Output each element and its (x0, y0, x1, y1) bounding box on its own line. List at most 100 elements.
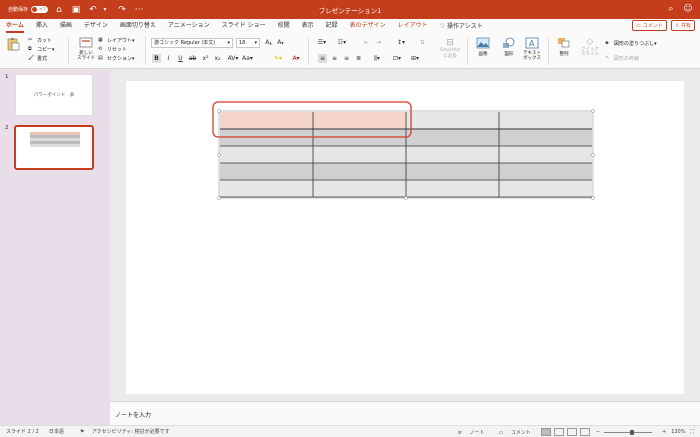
scissors-icon: ✂ (28, 37, 33, 43)
tab-animations[interactable]: アニメーション (168, 19, 210, 33)
cut-button[interactable]: ✂ カット (28, 36, 55, 45)
autosave-switch[interactable]: オフ (31, 6, 49, 13)
language-indicator[interactable]: 日本語 (49, 428, 64, 435)
superscript-button[interactable]: x² (201, 54, 210, 63)
zoom-slider[interactable] (603, 429, 652, 435)
align-right-icon[interactable]: ≡ (342, 54, 351, 63)
slide-thumbnail-1[interactable]: パワーポイント 表 (15, 74, 93, 116)
copy-button[interactable]: ⧉ コピー ▾ (28, 45, 55, 54)
tab-table-design[interactable]: 表のデザイン (350, 19, 386, 33)
tab-home[interactable]: ホーム (6, 19, 24, 33)
comment-button[interactable]: ▭ コメント (632, 20, 667, 31)
columns-icon[interactable]: ⫼▾ (370, 54, 384, 63)
resize-handle[interactable] (217, 109, 221, 113)
resize-handle[interactable] (591, 196, 595, 200)
shape-button[interactable]: 図形 (498, 37, 520, 57)
shape-outline-button[interactable]: ✎ 図形の枠線 (605, 54, 657, 63)
text-direction-icon[interactable]: ⇅ (418, 38, 427, 47)
numbering-icon[interactable]: ☷▾ (336, 38, 348, 47)
tab-design[interactable]: デザイン (84, 19, 108, 33)
zoom-level[interactable]: 120% (671, 429, 685, 435)
italic-button[interactable]: I (164, 54, 173, 63)
slideshow-button[interactable] (579, 428, 590, 436)
decrease-indent-icon[interactable]: ⇤ (362, 38, 371, 47)
change-case-button[interactable]: Aa▾ (242, 54, 253, 63)
resize-handle[interactable] (217, 153, 221, 157)
smartart-button[interactable]: ⊟ SmartArt に変換 (436, 38, 464, 59)
zoom-out-button[interactable]: − (596, 429, 600, 435)
slide-thumbnail-2[interactable] (14, 125, 94, 170)
align-center-icon[interactable]: ≡ (330, 54, 339, 63)
redo-icon[interactable]: ↷ (116, 4, 128, 16)
home-icon[interactable]: ⌂ (53, 4, 65, 16)
zoom-slider-thumb[interactable] (629, 429, 634, 435)
undo-dropdown-icon[interactable]: ▾ (99, 4, 111, 16)
align-text-icon[interactable]: ⊡▾ (390, 54, 404, 63)
textbox-button[interactable]: A テキスト ボックス (521, 37, 543, 61)
search-icon[interactable]: ⌕ (665, 3, 677, 15)
layout-button[interactable]: ▦ レイアウト ▾ (98, 36, 135, 45)
slide-number: 1 (5, 74, 9, 80)
more-icon[interactable]: ··· (133, 4, 145, 16)
tab-layout[interactable]: レイアウト (398, 19, 428, 33)
line-spacing-icon[interactable]: ↕▾ (394, 38, 408, 47)
increase-font-icon[interactable]: A ▲ (264, 38, 273, 47)
font-color-icon[interactable]: A▾ (290, 54, 302, 63)
shape-fill-button[interactable]: ◈ 図形の塗りつぶし ▾ (605, 39, 657, 48)
picture-button[interactable]: 画像 (472, 37, 494, 57)
comments-toggle[interactable]: ▭ コメント (492, 429, 530, 436)
tab-insert[interactable]: 挿入 (36, 19, 48, 33)
resize-handle[interactable] (404, 196, 408, 200)
autosave-toggle[interactable]: 自動保存 オフ (8, 6, 49, 13)
tab-slideshow[interactable]: スライド ショー (222, 19, 266, 33)
resize-handle[interactable] (591, 109, 595, 113)
decrease-font-icon[interactable]: A ▼ (276, 38, 285, 47)
accessibility-indicator[interactable]: ⚑ アクセシビリティ: 検討が必要です (74, 428, 170, 435)
resize-handle[interactable] (591, 153, 595, 157)
tab-view[interactable]: 表示 (302, 19, 314, 33)
font-size-select[interactable]: 18 ▾ (236, 38, 260, 48)
paste-button[interactable] (6, 37, 20, 53)
share-person-icon[interactable]: ☺ (682, 3, 694, 15)
tab-tell-me[interactable]: ♡ 操作アシスト (440, 19, 483, 33)
normal-view-button[interactable] (540, 428, 551, 436)
divider (467, 37, 468, 65)
bold-button[interactable]: B (152, 54, 161, 63)
section-icon: ▤ (98, 55, 103, 61)
notes-toggle[interactable]: ≡ ノート (452, 429, 485, 436)
align-left-icon[interactable]: ≡ (318, 54, 327, 63)
highlight-icon[interactable]: ✎▾ (272, 54, 284, 63)
share-button[interactable]: ⇪ 共有 (670, 20, 695, 31)
reading-view-button[interactable] (566, 428, 577, 436)
font-name-select[interactable]: 游ゴシック Regular (本文) ▾ (151, 38, 233, 48)
notes-pane[interactable]: ノートを入力 (110, 401, 700, 425)
tab-record[interactable]: 記録 (326, 19, 338, 33)
undo-icon[interactable]: ↶ (87, 4, 99, 16)
underline-button[interactable]: U (176, 54, 185, 63)
zoom-in-button[interactable]: + (662, 429, 666, 435)
subscript-button[interactable]: x₂ (213, 54, 222, 63)
bullets-icon[interactable]: ☰▾ (316, 38, 328, 47)
chevron-down-icon: ▾ (227, 40, 230, 46)
arrange-button[interactable]: 整列 (553, 37, 575, 57)
convert-to-smartart-small-icon[interactable]: ⊞▾ (408, 54, 422, 63)
save-icon[interactable]: ▣ (70, 4, 82, 16)
tab-review[interactable]: 校閲 (278, 19, 290, 33)
slide-sorter-button[interactable] (553, 428, 564, 436)
slide[interactable] (126, 81, 684, 394)
increase-indent-icon[interactable]: ⇥ (374, 38, 383, 47)
format-painter-button[interactable]: 🖌 書式 (28, 54, 55, 63)
resize-handle[interactable] (217, 196, 221, 200)
tab-draw[interactable]: 描画 (60, 19, 72, 33)
ribbon-tabs: ホーム 挿入 描画 デザイン 画面切り替え アニメーション スライド ショー 校… (0, 19, 700, 33)
char-spacing-button[interactable]: AV▾ (226, 54, 240, 63)
new-slide-button[interactable]: 新しい スライド (75, 37, 97, 61)
justify-icon[interactable]: ≣ (354, 54, 363, 63)
fit-to-window-icon[interactable]: ⛶ (690, 429, 694, 435)
section-button[interactable]: ▤ セクション ▾ (98, 54, 135, 63)
quick-style-button[interactable]: ◇ クイック スタイル (578, 37, 602, 57)
tab-transitions[interactable]: 画面切り替え (120, 19, 156, 33)
table[interactable] (126, 81, 684, 394)
strikethrough-button[interactable]: ab (188, 54, 197, 63)
reset-button[interactable]: ⟲ リセット (98, 45, 135, 54)
